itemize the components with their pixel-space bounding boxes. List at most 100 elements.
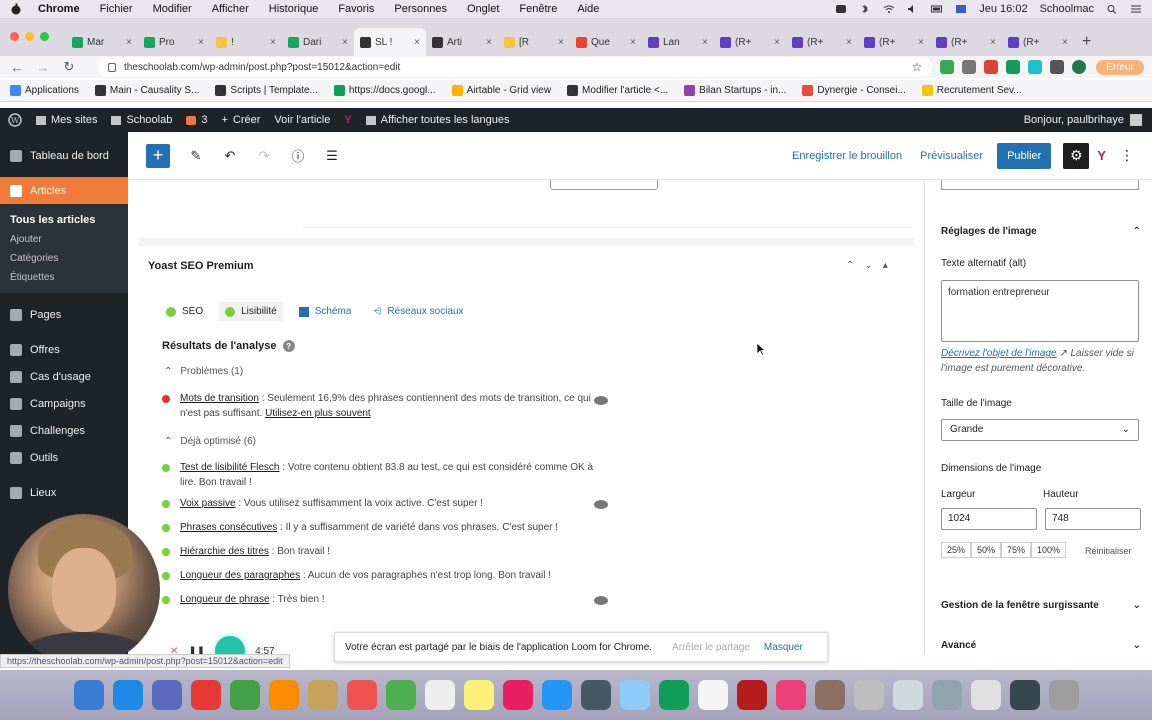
size-25-button[interactable]: 25% (941, 542, 972, 558)
browser-tab[interactable]: Pro × (138, 28, 210, 56)
forward-arrow-icon[interactable]: → (34, 60, 52, 75)
back-arrow-icon[interactable]: ← (8, 60, 26, 75)
record-icon[interactable] (835, 4, 847, 14)
profile-avatar[interactable] (1072, 60, 1087, 74)
dock-app-icon[interactable] (502, 680, 533, 710)
tab-close-icon[interactable]: × (918, 37, 924, 48)
sidebar-item-campaigns[interactable]: Campaigns (0, 390, 128, 417)
sidebar-item-pages[interactable]: Pages (0, 301, 128, 328)
wordpress-logo-icon[interactable]: W (8, 113, 22, 127)
dock-app-icon[interactable] (580, 680, 611, 710)
sidebar-item-offres[interactable]: Offres (0, 336, 128, 363)
browser-tab[interactable]: (R+ × (786, 28, 858, 56)
sidebar-item-lieux[interactable]: Lieux (0, 479, 128, 506)
browser-tab[interactable]: Dari × (282, 28, 354, 56)
new-tab-button[interactable]: + (1082, 28, 1091, 56)
browser-tab[interactable]: (R+ × (858, 28, 930, 56)
list-icon[interactable] (1130, 4, 1142, 14)
height-input[interactable]: 748 (1045, 508, 1141, 530)
flag-icon[interactable] (955, 4, 967, 14)
browser-tab[interactable]: (R+ × (1002, 28, 1074, 56)
yoast-bar-icon[interactable]: Y (344, 114, 351, 126)
browser-tab[interactable]: Mar × (66, 28, 138, 56)
dock-app-icon[interactable] (1048, 680, 1079, 710)
reset-button[interactable]: Réinitialiser (1085, 546, 1132, 556)
dock-app-icon[interactable] (619, 680, 650, 710)
bluetooth-icon[interactable] (859, 4, 871, 14)
dock-app-icon[interactable] (541, 680, 572, 710)
volume-icon[interactable] (907, 4, 919, 14)
extension-icon[interactable] (940, 60, 955, 74)
menubar-user[interactable]: Schoolmac (1040, 3, 1094, 15)
dock-app-icon[interactable] (463, 680, 494, 710)
sidebar-item-dashboard[interactable]: Tableau de bord (0, 142, 128, 169)
size-75-button[interactable]: 75% (1001, 542, 1032, 558)
menubar-clock[interactable]: Jeu 16:02 (979, 3, 1027, 15)
dock-app-icon[interactable] (73, 680, 104, 710)
submenu-all-articles[interactable]: Tous les articles (0, 210, 128, 230)
menu-historique[interactable]: Historique (269, 3, 319, 15)
dock-app-icon[interactable] (151, 680, 182, 710)
bookmark-star-icon[interactable]: ☆ (911, 60, 922, 74)
size-50-button[interactable]: 50% (971, 542, 1002, 558)
redo-icon[interactable]: ↷ (256, 148, 272, 164)
preview-button[interactable]: Prévisualiser (920, 150, 983, 162)
hide-banner-button[interactable]: Masquer (764, 642, 803, 653)
dock-app-icon[interactable] (385, 680, 416, 710)
tab-close-icon[interactable]: × (414, 37, 420, 48)
search-icon[interactable] (1106, 4, 1118, 14)
menu-favoris[interactable]: Favoris (338, 3, 374, 15)
yoast-icon[interactable]: Y (1097, 148, 1106, 163)
analysis-link[interactable]: Mots de transition (180, 393, 259, 404)
browser-tab[interactable]: [R × (498, 28, 570, 56)
dock-app-icon[interactable] (658, 680, 689, 710)
tab-seo[interactable]: SEO (160, 302, 209, 321)
browser-tab[interactable]: SL ! × (354, 28, 426, 56)
bookmark-item[interactable]: Recrutement Sev... (921, 85, 1022, 96)
menu-fichier[interactable]: Fichier (100, 3, 133, 15)
width-input[interactable]: 1024 (941, 508, 1037, 530)
wifi-icon[interactable] (883, 4, 895, 14)
dock-app-icon[interactable] (112, 680, 143, 710)
publish-button[interactable]: Publier (997, 142, 1052, 169)
stop-sharing-button[interactable]: Arrêter le partage (672, 642, 750, 653)
sidebar-item-articles[interactable]: Articles (0, 177, 128, 204)
good-toggle[interactable]: ⌃ Déjà optimisé (6) (164, 436, 256, 447)
bookmark-item[interactable]: https://docs.googl... (333, 85, 436, 96)
metabox-controls[interactable]: ⌃⌄▴ (846, 260, 898, 271)
analysis-link[interactable]: Test de lisibilité Flesch (180, 462, 279, 473)
eye-icon[interactable] (594, 596, 608, 605)
menu-aide[interactable]: Aide (577, 3, 599, 15)
dock-app-icon[interactable] (931, 680, 962, 710)
apple-icon[interactable] (10, 3, 22, 15)
save-draft-button[interactable]: Enregistrer le brouillon (792, 150, 902, 162)
browser-tab[interactable]: Arti × (426, 28, 498, 56)
dock-app-icon[interactable] (268, 680, 299, 710)
tab-readability[interactable]: Lisibilité (219, 302, 283, 321)
comments-link[interactable]: 3 (186, 114, 207, 126)
problems-toggle[interactable]: ⌃ Problèmes (1) (164, 366, 243, 377)
tab-close-icon[interactable]: × (990, 37, 996, 48)
analysis-link[interactable]: Phrases consécutives (180, 522, 277, 533)
submenu-tags[interactable]: Étiquettes (0, 268, 128, 287)
tab-close-icon[interactable]: × (558, 37, 564, 48)
advanced-header[interactable]: Avancé ⌄ (941, 640, 1141, 651)
extension-icon[interactable] (1006, 60, 1021, 74)
dock-app-icon[interactable] (814, 680, 845, 710)
help-icon[interactable]: ? (282, 340, 295, 352)
sidebar-item-challenges[interactable]: Challenges (0, 417, 128, 444)
analysis-action-link[interactable]: Utilisez-en plus souvent (265, 408, 371, 419)
site-link[interactable]: Schoolab (111, 114, 172, 126)
analysis-link[interactable]: Longueur de phrase (180, 594, 270, 605)
analysis-link[interactable]: Longueur des paragraphes (180, 570, 300, 581)
dock-app-icon[interactable] (1009, 680, 1040, 710)
dock-app-icon[interactable] (229, 680, 260, 710)
tab-close-icon[interactable]: × (342, 37, 348, 48)
describe-image-link[interactable]: Décrivez l'objet de l'image (941, 348, 1057, 359)
bookmark-item[interactable]: Modifier l'article <... (567, 85, 668, 96)
sidebar-item-outils[interactable]: Outils (0, 444, 128, 471)
undo-icon[interactable]: ↶ (222, 148, 238, 164)
browser-tab[interactable]: (R+ × (930, 28, 1002, 56)
url-input[interactable]: theschoolab.com/wp-admin/post.php?post=1… (98, 57, 933, 77)
tab-close-icon[interactable]: × (702, 37, 708, 48)
